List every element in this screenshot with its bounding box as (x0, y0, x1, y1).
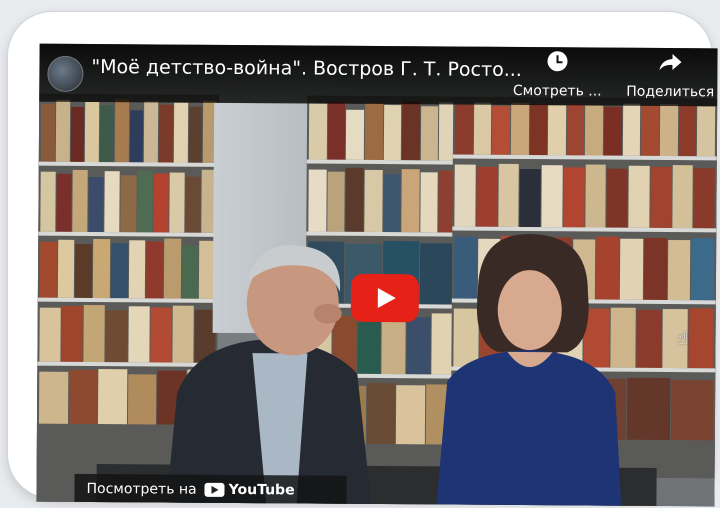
video-title[interactable]: "Моё детство-война". Востров Г. Т. Росто… (91, 56, 522, 81)
youtube-logo-text: YouTube (228, 481, 295, 499)
youtube-play-icon (204, 482, 225, 497)
player-top-bar: "Моё детство-война". Востров Г. Т. Росто… (39, 43, 718, 107)
watch-on-youtube-button[interactable]: Посмотреть на YouTube (74, 473, 347, 506)
woman-interviewer (436, 234, 622, 507)
share-button[interactable]: Поделиться (623, 52, 717, 101)
screenshot-frame: "Моё детство-война". Востров Г. Т. Росто… (8, 12, 718, 507)
youtube-embed-player[interactable]: "Моё детство-война". Востров Г. Т. Росто… (36, 43, 718, 507)
hand-cursor-icon: ☝ (677, 328, 689, 350)
watch-later-button[interactable]: Смотреть ... (511, 51, 603, 100)
youtube-logo: YouTube (204, 481, 295, 499)
watch-on-label: Посмотреть на (86, 480, 197, 498)
clock-icon (547, 51, 568, 72)
play-button[interactable] (350, 273, 420, 323)
share-label: Поделиться (626, 83, 715, 101)
channel-avatar-icon[interactable] (47, 55, 84, 92)
share-icon (659, 54, 682, 71)
watch-later-label: Смотреть ... (512, 82, 602, 100)
